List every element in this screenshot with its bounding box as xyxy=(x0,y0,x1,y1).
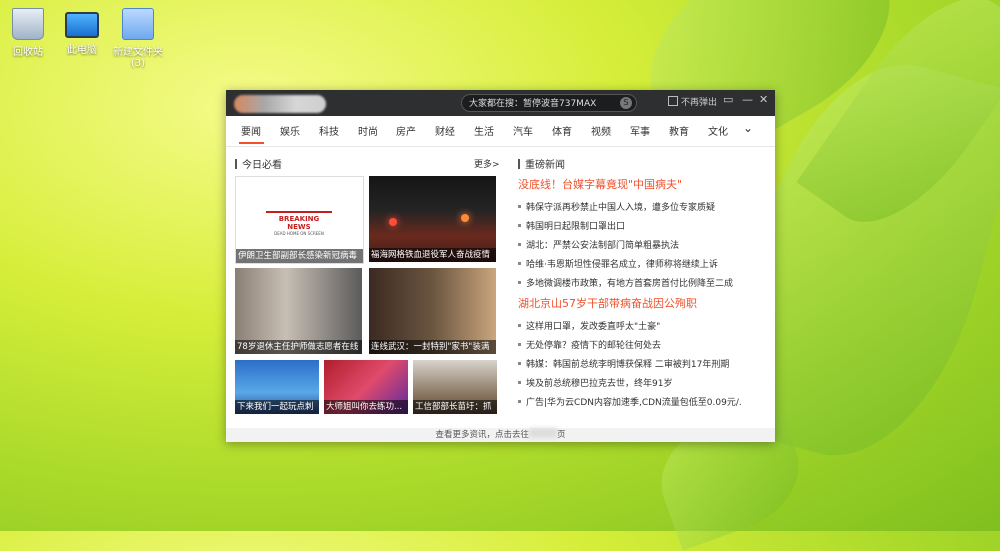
news-item[interactable]: 韩国明日起限制口罩出口 xyxy=(518,219,625,232)
news-item[interactable]: 多地微调楼市政策，有地方首套房首付比例降至二成 xyxy=(518,276,733,289)
category-tabs: 要闻 娱乐 科技 时尚 房产 财经 生活 汽车 体育 视频 军事 教育 文化 ⌄ xyxy=(226,116,775,147)
title-bar: 大家都在搜：暂停波音737MAX S 不再弹出 ▭ — ✕ xyxy=(226,90,775,116)
tab-life[interactable]: 生活 xyxy=(474,123,494,138)
news-thumb[interactable]: 下来我们一起玩点刺 xyxy=(235,360,319,414)
major-news-title: 重磅新闻 xyxy=(518,156,565,171)
tab-property[interactable]: 房产 xyxy=(396,123,416,138)
minimize-icon[interactable]: — xyxy=(742,93,753,106)
headline-link[interactable]: 没底线！台媒字幕竟现"中国病夫" xyxy=(518,176,682,192)
news-thumb[interactable]: 连线武汉：一封特别"家书"装满 xyxy=(369,268,496,354)
feedback-icon[interactable]: ▭ xyxy=(723,93,733,106)
tab-tech[interactable]: 科技 xyxy=(319,123,339,138)
desktop-new-folder[interactable]: 新建文件夹 (3) xyxy=(110,8,166,69)
desktop-icon-label: 此电脑 xyxy=(67,45,97,56)
thumb-caption: 连线武汉：一封特别"家书"装满 xyxy=(369,340,496,354)
no-popup-label: 不再弹出 xyxy=(681,98,718,108)
news-item[interactable]: 韩媒：韩国前总统李明博获保释 二审被判17年刑期 xyxy=(518,357,729,370)
ad-item[interactable]: 广告|华为云CDN内容加速季,CDN流量包低至0.09元/. xyxy=(518,395,742,408)
folder-icon xyxy=(122,8,154,40)
tab-entertainment[interactable]: 娱乐 xyxy=(280,123,300,138)
app-logo xyxy=(234,95,326,113)
news-thumb[interactable]: 福海网格铁血退役军人奋战疫情 xyxy=(369,176,496,262)
tab-sports[interactable]: 体育 xyxy=(552,123,572,138)
tab-auto[interactable]: 汽车 xyxy=(513,123,533,138)
news-item[interactable]: 这样用口罩，发改委直呼太"土豪" xyxy=(518,319,660,332)
news-item[interactable]: 无处停靠？疫情下的邮轮往何处去 xyxy=(518,338,661,351)
thumb-caption: 伊朗卫生部副部长感染新冠病毒 xyxy=(236,249,363,263)
thumb-caption: 福海网格铁血退役军人奋战疫情 xyxy=(369,248,496,262)
desktop-icon-label: 回收站 xyxy=(13,47,43,58)
breaking-news-graphic: BREAKING NEWS DEAD HOME ON SCREEN xyxy=(266,211,332,239)
desktop-this-pc[interactable]: 此电脑 xyxy=(54,8,110,56)
tab-finance[interactable]: 财经 xyxy=(435,123,455,138)
news-item[interactable]: 湖北：严禁公安法制部门简单粗暴执法 xyxy=(518,238,679,251)
headline-link[interactable]: 湖北京山57岁干部带病奋战因公殉职 xyxy=(518,295,697,311)
computer-icon xyxy=(65,12,99,38)
news-thumb[interactable]: 大师姐叫你去练功... xyxy=(324,360,408,414)
desktop-icon-label: 新建文件夹 xyxy=(113,47,163,58)
chevron-down-icon[interactable]: ⌄ xyxy=(743,121,753,135)
active-tab-indicator xyxy=(239,142,264,144)
tab-education[interactable]: 教育 xyxy=(669,123,689,138)
thumb-caption: 78岁退休主任护师做志愿者在线 xyxy=(235,340,362,354)
search-text: 大家都在搜：暂停波音737MAX xyxy=(469,99,597,109)
search-icon[interactable]: S xyxy=(620,97,632,109)
thumb-caption: 下来我们一起玩点刺 xyxy=(235,400,319,414)
desktop-icon-label-line2: (3) xyxy=(130,58,146,69)
news-popup-window: 大家都在搜：暂停波音737MAX S 不再弹出 ▭ — ✕ 要闻 娱乐 科技 时… xyxy=(226,90,775,442)
tab-military[interactable]: 军事 xyxy=(630,123,650,138)
tab-culture[interactable]: 文化 xyxy=(708,123,728,138)
close-icon[interactable]: ✕ xyxy=(759,93,768,106)
tab-news[interactable]: 要闻 xyxy=(241,123,261,138)
footer-link[interactable]: 查看更多资讯，点击去往页 xyxy=(226,428,775,442)
today-section-title: 今日必看 xyxy=(235,156,282,171)
news-thumb[interactable]: 工信部部长苗圩：抓 xyxy=(413,360,497,414)
checkbox-icon[interactable] xyxy=(668,96,678,106)
thumb-caption: 工信部部长苗圩：抓 xyxy=(413,400,497,414)
news-item[interactable]: 埃及前总统穆巴拉克去世，终年91岁 xyxy=(518,376,672,389)
news-thumb[interactable]: BREAKING NEWS DEAD HOME ON SCREEN 伊朗卫生部副… xyxy=(235,176,364,264)
recycle-bin-icon xyxy=(12,8,44,40)
news-item[interactable]: 哈维·韦恩斯坦性侵罪名成立，律师称将继续上诉 xyxy=(518,257,718,270)
blurred-site-name xyxy=(529,428,557,438)
no-popup-checkbox[interactable]: 不再弹出 xyxy=(668,95,717,108)
thumb-caption: 大师姐叫你去练功... xyxy=(324,400,408,414)
news-item[interactable]: 韩保守派再秒禁止中国人入境，遭多位专家质疑 xyxy=(518,200,715,213)
tab-video[interactable]: 视频 xyxy=(591,123,611,138)
more-link[interactable]: 更多> xyxy=(474,157,500,170)
tab-fashion[interactable]: 时尚 xyxy=(358,123,378,138)
news-thumb[interactable]: 78岁退休主任护师做志愿者在线 xyxy=(235,268,362,354)
search-input[interactable]: 大家都在搜：暂停波音737MAX S xyxy=(461,94,637,112)
desktop-recycle-bin[interactable]: 回收站 xyxy=(0,8,56,58)
